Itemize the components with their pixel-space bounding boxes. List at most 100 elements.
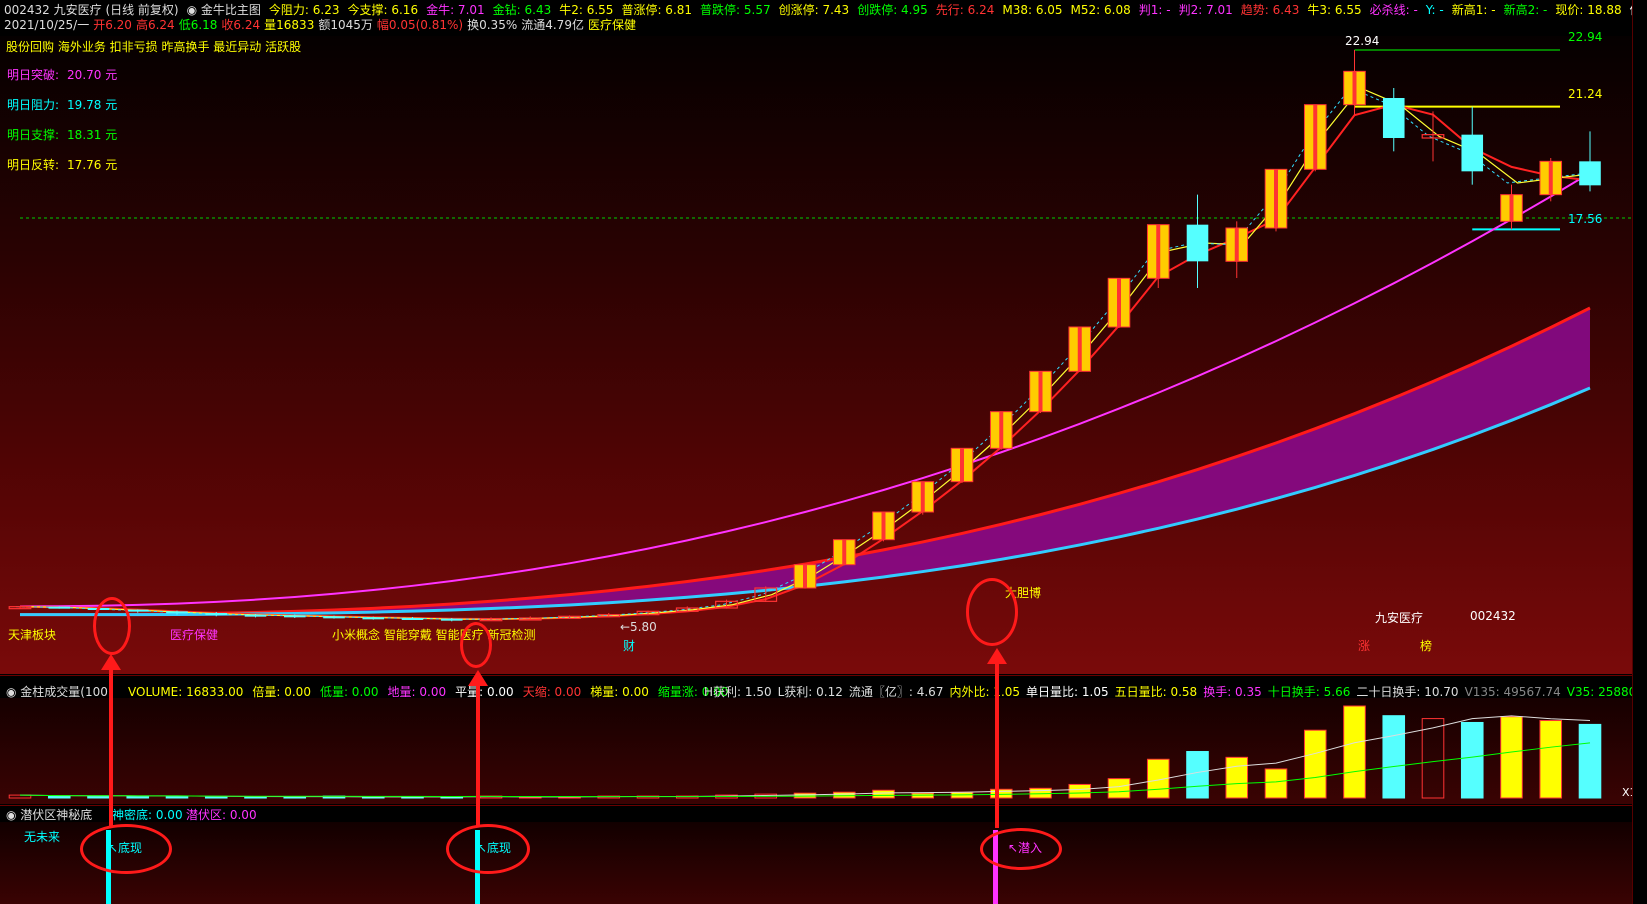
volume-bar xyxy=(244,796,267,799)
marker-cai: 财 xyxy=(623,639,636,653)
volume-bar xyxy=(47,795,71,799)
candle xyxy=(1107,277,1131,328)
volume-bar xyxy=(1186,751,1209,799)
header-field-20: 新高1: - xyxy=(1451,3,1496,17)
sub-title[interactable]: ◉ 潜伏区神秘底 xyxy=(6,806,92,823)
volume-bar xyxy=(1264,768,1288,799)
candle xyxy=(1343,50,1366,115)
candle xyxy=(1539,158,1563,202)
annotation-circle-6 xyxy=(980,828,1062,870)
candle-body-stripe xyxy=(960,448,964,482)
candle-body-down xyxy=(1579,161,1601,186)
volume-indicator-4: 平量: 0.00 xyxy=(455,685,514,699)
header-field-4: 金牛: 7.01 xyxy=(426,3,485,17)
header-field-7: 普涨停: 6.81 xyxy=(621,3,693,17)
price-top-right-label: 22.94 xyxy=(1568,30,1603,44)
header-field-6: 牛2: 6.55 xyxy=(559,3,614,17)
quote-field-9: 流通4.79亿 xyxy=(521,18,584,32)
header-field-13: M52: 6.08 xyxy=(1070,3,1131,17)
candle xyxy=(950,447,974,483)
price-chart[interactable] xyxy=(0,36,1632,674)
sector-tag-medical: 医疗保健 xyxy=(170,628,219,642)
stock-name-label: 九安医疗 xyxy=(1375,611,1424,625)
volume-indicator-2: 低量: 0.00 xyxy=(319,685,379,699)
stock-code-label: 002432 xyxy=(1470,609,1516,623)
header-field-5: 金钻: 6.43 xyxy=(492,3,552,17)
candle-body-stripe xyxy=(803,564,807,588)
annotation-circle-2 xyxy=(460,622,492,668)
annotation-circle-3 xyxy=(966,578,1018,646)
candle-body-down xyxy=(401,618,424,620)
volume-indicator-1: 倍量: 0.00 xyxy=(252,685,311,699)
header-field-10: 创跌停: 4.95 xyxy=(857,3,928,17)
divider xyxy=(0,675,1647,676)
volume-stat-1: L获利: 0.12 xyxy=(777,685,843,699)
candle xyxy=(1303,104,1327,172)
no-future-label: 无未来 xyxy=(24,830,61,844)
header-field-11: 先行: 6.24 xyxy=(935,3,995,17)
volume-indicator-5: 天缩: 0.00 xyxy=(522,685,582,699)
quote-field-3: 低6.18 xyxy=(178,18,218,32)
annotation-arrow-head-3 xyxy=(987,648,1007,664)
sub-indicator-panel[interactable]: 无未来 ↖底现 ↖底现 ↖潜入 xyxy=(0,822,1632,904)
volume-bar xyxy=(872,789,895,799)
candle-body-stripe xyxy=(1038,371,1043,412)
volume-bar xyxy=(1225,756,1249,799)
annotation-arrow-shaft-3 xyxy=(995,662,999,828)
quote-field-4: 收6.24 xyxy=(221,18,261,32)
candle xyxy=(872,511,895,542)
header-field-8: 普跌停: 5.57 xyxy=(700,3,771,17)
volume-bar xyxy=(1068,783,1092,799)
volume-bar xyxy=(1460,721,1484,799)
candle xyxy=(989,411,1013,450)
volume-indicator-0: VOLUME: 16833.00 xyxy=(128,685,244,699)
volume-stat-5: 五日量比: 0.58 xyxy=(1114,685,1198,699)
header-field-15: 判2: 7.01 xyxy=(1178,3,1233,17)
main-chart-panel[interactable]: 股份回购 海外业务 扣非亏损 昨高换手 最近异动 活跃股 明日突破: 20.70 … xyxy=(0,30,1632,674)
candle xyxy=(518,616,542,621)
volume-indicator-3: 地量: 0.00 xyxy=(387,685,447,699)
candle-body-stripe xyxy=(1234,228,1239,262)
candle xyxy=(479,617,503,622)
annotation-circle-1 xyxy=(93,597,131,655)
candle-body-stripe xyxy=(1274,169,1278,228)
header-field-16: 趋势: 6.43 xyxy=(1240,3,1300,17)
candle-body-stripe xyxy=(1313,104,1318,170)
quote-field-5: 量16833 xyxy=(264,18,315,32)
volume-stat-6: 换手: 0.35 xyxy=(1203,685,1262,699)
candle-body-stripe xyxy=(1548,161,1553,195)
candle xyxy=(1421,111,1445,162)
ma-red-line xyxy=(19,103,1591,621)
volume-bar xyxy=(1500,716,1523,799)
candle xyxy=(1579,131,1601,192)
quote-field-2: 高6.24 xyxy=(135,18,175,32)
ma-yellow-line xyxy=(25,87,1597,620)
marker-bang: 榜 xyxy=(1420,639,1433,653)
volume-bar xyxy=(832,791,856,799)
header-field-19: Y: - xyxy=(1425,3,1444,17)
annotation-circle-5 xyxy=(446,824,530,874)
annotation-circle-4 xyxy=(80,824,172,874)
volume-stat-9: V135: 49567.74 xyxy=(1464,685,1561,699)
candle xyxy=(1186,194,1209,288)
header-line-2: 2021/10/25/一 开6.20 高6.24 低6.18 收6.24 量16833 额1… xyxy=(4,16,640,33)
volume-bar xyxy=(1107,778,1131,799)
candle-body-stripe xyxy=(842,539,847,565)
quote-field-8: 换0.35% xyxy=(467,18,518,32)
annotation-arrow-shaft-1 xyxy=(109,668,113,826)
volume-chart[interactable] xyxy=(0,698,1632,804)
candle-body-down xyxy=(1461,134,1484,172)
candle-body-down xyxy=(166,611,188,614)
volume-bar xyxy=(1539,720,1563,799)
volume-bar xyxy=(1382,715,1406,799)
price-mid-right-label: 21.24 xyxy=(1568,87,1603,101)
volume-bar xyxy=(1343,705,1366,799)
volume-bar xyxy=(989,788,1013,799)
volume-stat-0: H获利: 1.50 xyxy=(704,685,772,699)
volume-panel[interactable]: X1 xyxy=(0,698,1637,804)
header-field-2: 今阻力: 6.23 xyxy=(268,3,340,17)
candle xyxy=(911,481,935,515)
price-high-label: 22.94 xyxy=(1345,34,1380,48)
candle xyxy=(793,564,817,589)
volume-bar xyxy=(204,796,228,799)
